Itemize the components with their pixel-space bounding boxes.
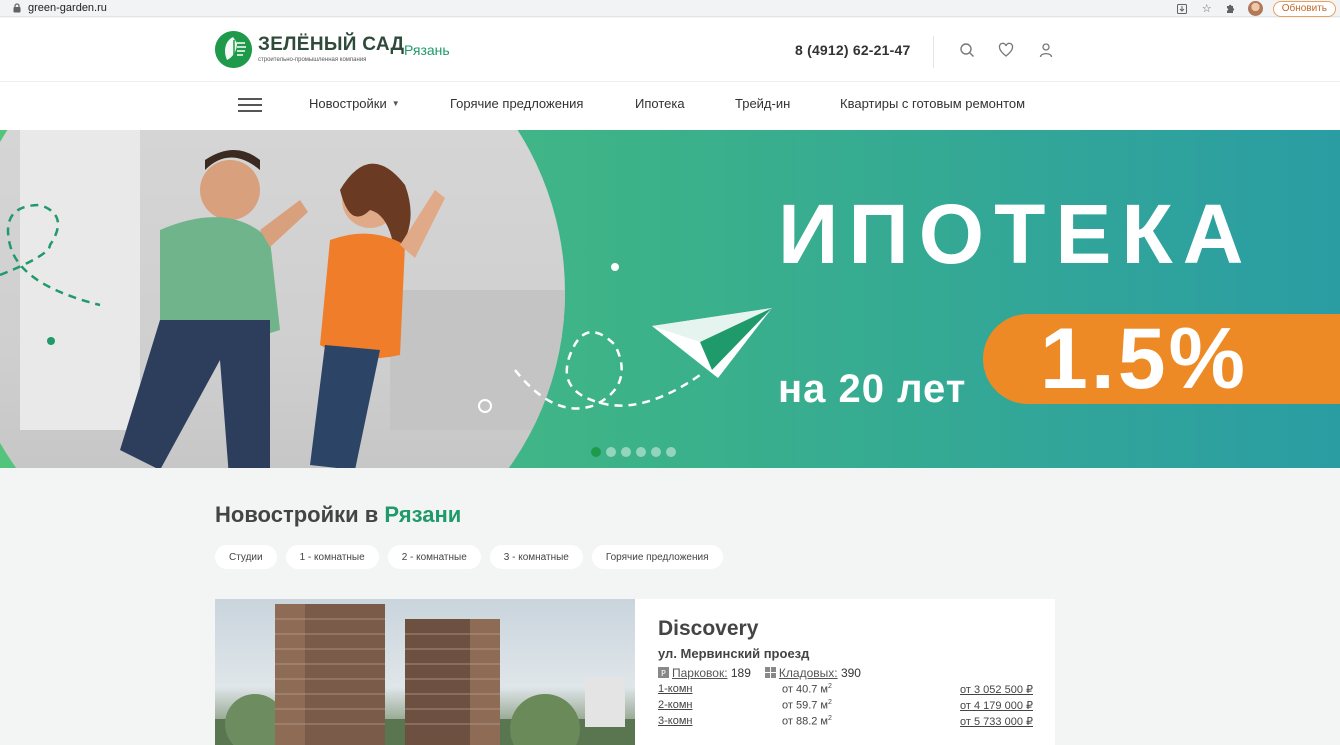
update-browser-button[interactable]: Обновить (1272, 0, 1336, 17)
apartment-area: от 59.7 м2 (782, 699, 832, 712)
main-nav: Новостройки ▼ Горячие предложения Ипотека… (0, 82, 1340, 130)
site-header: ЗЕЛЁНЫЙ САД строительно-промышленная ком… (0, 18, 1340, 82)
filter-chip-1-room[interactable]: 1 - комнатные (285, 545, 379, 569)
apartment-row[interactable]: 3-комн от 88.2 м2 от 5 733 000 ₽ (658, 715, 1033, 728)
browser-address-bar: green-garden.ru ☆ Обновить (0, 0, 1340, 17)
logo-subtitle: строительно-промышленная компания (258, 57, 367, 63)
filter-chip-3-room[interactable]: 3 - комнатные (489, 545, 583, 569)
favorites-heart-icon[interactable] (998, 42, 1014, 58)
filter-chip-hot-offers[interactable]: Горячие предложения (591, 545, 723, 569)
hero-rate: 1.5% (1040, 311, 1249, 407)
project-stats: P Парковок: 189 Кладовых: 390 (658, 666, 1033, 680)
profile-avatar[interactable] (1247, 1, 1263, 16)
chevron-down-icon: ▼ (391, 99, 400, 108)
bookmark-star-icon[interactable]: ☆ (1200, 2, 1214, 16)
slider-dot[interactable] (591, 447, 601, 457)
svg-text:P: P (661, 669, 666, 678)
storage-icon (764, 667, 776, 678)
nav-item-trade-in[interactable]: Трейд-ин (735, 96, 790, 111)
project-name[interactable]: Discovery (658, 617, 1033, 641)
logo-title: ЗЕЛЁНЫЙ САД (258, 34, 405, 55)
storage-count: 390 (840, 666, 861, 680)
url-text[interactable]: green-garden.ru (28, 2, 107, 14)
menu-burger-icon[interactable] (238, 98, 262, 112)
storage-link[interactable]: Кладовых: (779, 666, 838, 680)
hero-banner[interactable]: ИПОТЕКА 1.5% на 20 лет (0, 130, 1340, 468)
apartment-price-link[interactable]: от 5 733 000 ₽ (960, 715, 1033, 728)
section-title-city: Рязани (384, 502, 462, 527)
filter-chips: Студии 1 - комнатные 2 - комнатные 3 - к… (215, 545, 723, 569)
apartment-row[interactable]: 1-комн от 40.7 м2 от 3 052 500 ₽ (658, 683, 1033, 696)
city-selector[interactable]: Рязань (404, 42, 450, 58)
slider-dots (591, 447, 676, 457)
lock-icon (10, 1, 24, 15)
slider-dot[interactable] (606, 447, 616, 457)
apartment-price-link[interactable]: от 4 179 000 ₽ (960, 699, 1033, 712)
leaf-logo-icon (215, 31, 252, 68)
extensions-puzzle-icon[interactable] (1224, 2, 1238, 16)
paper-plane-decoration (0, 203, 772, 413)
search-icon[interactable] (959, 42, 975, 58)
filter-chip-studios[interactable]: Студии (215, 545, 277, 569)
slider-dot[interactable] (651, 447, 661, 457)
phone-number[interactable]: 8 (4912) 62-21-47 (795, 42, 910, 58)
user-account-icon[interactable] (1038, 42, 1054, 58)
project-photo[interactable] (215, 599, 635, 745)
apartment-type-link[interactable]: 2-комн (658, 699, 782, 712)
install-app-icon[interactable] (1176, 2, 1190, 16)
slider-dot[interactable] (666, 447, 676, 457)
apartment-area: от 88.2 м2 (782, 715, 832, 728)
hero-title: ИПОТЕКА (778, 187, 1254, 281)
nav-item-novostroyki[interactable]: Новостройки ▼ (309, 96, 400, 111)
parking-link[interactable]: Парковок: (672, 666, 728, 680)
project-card[interactable]: Discovery ул. Мервинский проезд P Парков… (215, 599, 1055, 745)
apartment-type-link[interactable]: 1-комн (658, 683, 782, 696)
project-address: ул. Мервинский проезд (658, 646, 810, 661)
nav-item-mortgage[interactable]: Ипотека (635, 96, 685, 111)
apartment-price-link[interactable]: от 3 052 500 ₽ (960, 683, 1033, 696)
nav-item-renovated[interactable]: Квартиры с готовым ремонтом (840, 96, 1025, 111)
apartment-area: от 40.7 м2 (782, 683, 832, 696)
slider-dot[interactable] (621, 447, 631, 457)
apartment-row[interactable]: 2-комн от 59.7 м2 от 4 179 000 ₽ (658, 699, 1033, 712)
parking-count: 189 (730, 666, 751, 680)
header-divider (933, 36, 934, 68)
filter-chip-2-room[interactable]: 2 - комнатные (387, 545, 481, 569)
slider-dot[interactable] (636, 447, 646, 457)
site-logo[interactable]: ЗЕЛЁНЫЙ САД строительно-промышленная ком… (215, 31, 404, 68)
nav-item-hot-offers[interactable]: Горячие предложения (450, 96, 583, 111)
hero-term: на 20 лет (778, 367, 967, 411)
parking-icon: P (658, 667, 669, 678)
apartment-type-link[interactable]: 3-комн (658, 715, 782, 728)
section-title: Новостройки в Рязани (215, 502, 462, 527)
